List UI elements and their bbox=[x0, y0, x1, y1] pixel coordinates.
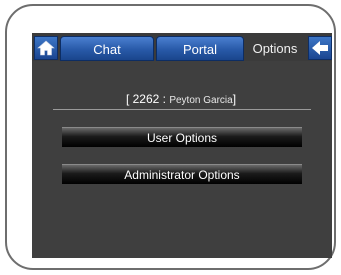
home-button[interactable] bbox=[34, 36, 58, 60]
tab-chat[interactable]: Chat bbox=[60, 36, 154, 61]
back-arrow-icon bbox=[312, 41, 328, 55]
user-options-button[interactable]: User Options bbox=[62, 127, 302, 147]
user-id: 2262 bbox=[132, 92, 160, 106]
close-bracket: ] bbox=[232, 92, 237, 106]
app-screen: Chat Portal Options [ 2262 : Peyton Garc… bbox=[32, 33, 332, 258]
administrator-options-button[interactable]: Administrator Options bbox=[62, 164, 302, 184]
back-button[interactable] bbox=[308, 36, 332, 60]
user-separator: : bbox=[159, 92, 170, 106]
device-frame: Chat Portal Options [ 2262 : Peyton Garc… bbox=[5, 4, 336, 270]
header-divider bbox=[53, 109, 311, 110]
home-icon bbox=[37, 40, 55, 56]
user-name: Peyton Garcia bbox=[169, 95, 233, 106]
tab-bar: Chat Portal Options bbox=[32, 33, 332, 61]
tab-portal[interactable]: Portal bbox=[156, 36, 244, 61]
user-header: [ 2262 : Peyton Garcia] bbox=[52, 91, 310, 109]
tab-options[interactable]: Options bbox=[244, 36, 306, 61]
open-bracket: [ bbox=[125, 92, 133, 106]
options-panel: [ 2262 : Peyton Garcia] User Options Adm… bbox=[32, 61, 332, 258]
